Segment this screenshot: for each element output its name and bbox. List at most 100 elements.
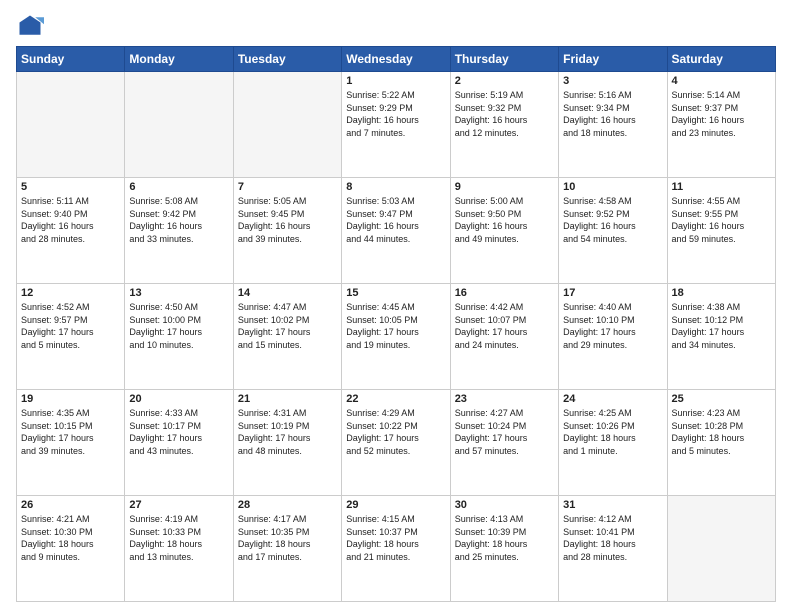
day-number: 8 <box>346 181 445 193</box>
calendar-cell: 16Sunrise: 4:42 AM Sunset: 10:07 PM Dayl… <box>450 284 558 390</box>
day-number: 17 <box>563 287 662 299</box>
day-info: Sunrise: 4:35 AM Sunset: 10:15 PM Daylig… <box>21 407 120 457</box>
weekday-header-row: SundayMondayTuesdayWednesdayThursdayFrid… <box>17 47 776 72</box>
calendar-cell <box>17 72 125 178</box>
calendar-cell: 24 Sunrise: 4:25 AM Sunset: 10:26 PM Dayl… <box>559 390 667 496</box>
day-info: Sunrise: 4:25 AM Sunset: 10:26 PM Daylig… <box>563 407 662 457</box>
day-number: 12 <box>21 287 120 299</box>
calendar-cell: 12 Sunrise: 4:52 AM Sunset: 9:57 PM Dayli… <box>17 284 125 390</box>
day-number: 19 <box>21 393 120 405</box>
day-info: Sunrise: 5:00 AM Sunset: 9:50 PM Dayligh… <box>455 195 554 245</box>
calendar-cell: 23 Sunrise: 4:27 AM Sunset: 10:24 PM Dayl… <box>450 390 558 496</box>
weekday-header-monday: Monday <box>125 47 233 72</box>
day-number: 24 <box>563 393 662 405</box>
calendar-cell: 14 Sunrise: 4:47 AM Sunset: 10:02 PM Dayl… <box>233 284 341 390</box>
day-number: 3 <box>563 75 662 87</box>
calendar-table: SundayMondayTuesdayWednesdayThursdayFrid… <box>16 46 776 602</box>
day-info: Sunrise: 5:19 AM Sunset: 9:32 PM Dayligh… <box>455 89 554 139</box>
weekday-header-thursday: Thursday <box>450 47 558 72</box>
calendar-cell: 19 Sunrise: 4:35 AM Sunset: 10:15 PM Dayl… <box>17 390 125 496</box>
day-number: 13 <box>129 287 228 299</box>
weekday-header-friday: Friday <box>559 47 667 72</box>
day-number: 7 <box>238 181 337 193</box>
day-number: 28 <box>238 499 337 511</box>
day-number: 6 <box>129 181 228 193</box>
day-number: 2 <box>455 75 554 87</box>
calendar-cell: 18 Sunrise: 4:38 AM Sunset: 10:12 PM Dayl… <box>667 284 775 390</box>
day-info: Sunrise: 5:05 AM Sunset: 9:45 PM Dayligh… <box>238 195 337 245</box>
week-row-2: 12 Sunrise: 4:52 AM Sunset: 9:57 PM Dayli… <box>17 284 776 390</box>
day-number: 5 <box>21 181 120 193</box>
day-info: Sunrise: 4:50 AM Sunset: 10:00 PM Daylig… <box>129 301 228 351</box>
day-info: Sunrise: 4:38 AM Sunset: 10:12 PM Daylig… <box>672 301 771 351</box>
logo-icon <box>16 12 44 40</box>
calendar-cell: 7 Sunrise: 5:05 AM Sunset: 9:45 PM Daylig… <box>233 178 341 284</box>
day-info: Sunrise: 4:27 AM Sunset: 10:24 PM Daylig… <box>455 407 554 457</box>
calendar-cell: 25 Sunrise: 4:23 AM Sunset: 10:28 PM Dayl… <box>667 390 775 496</box>
day-info: Sunrise: 5:11 AM Sunset: 9:40 PM Dayligh… <box>21 195 120 245</box>
weekday-header-saturday: Saturday <box>667 47 775 72</box>
calendar-cell: 4 Sunrise: 5:14 AM Sunset: 9:37 PM Daylig… <box>667 72 775 178</box>
day-info: Sunrise: 4:42 AM Sunset: 10:07 PM Daylig… <box>455 301 554 351</box>
day-info: Sunrise: 4:21 AM Sunset: 10:30 PM Daylig… <box>21 513 120 563</box>
week-row-3: 19 Sunrise: 4:35 AM Sunset: 10:15 PM Dayl… <box>17 390 776 496</box>
day-info: Sunrise: 4:40 AM Sunset: 10:10 PM Daylig… <box>563 301 662 351</box>
header <box>16 12 776 40</box>
day-number: 25 <box>672 393 771 405</box>
day-info: Sunrise: 4:12 AM Sunset: 10:41 PM Daylig… <box>563 513 662 563</box>
day-number: 22 <box>346 393 445 405</box>
day-info: Sunrise: 4:55 AM Sunset: 9:55 PM Dayligh… <box>672 195 771 245</box>
day-number: 23 <box>455 393 554 405</box>
day-info: Sunrise: 5:14 AM Sunset: 9:37 PM Dayligh… <box>672 89 771 139</box>
calendar-cell: 30 Sunrise: 4:13 AM Sunset: 10:39 PM Dayl… <box>450 496 558 602</box>
day-number: 29 <box>346 499 445 511</box>
calendar-cell: 21 Sunrise: 4:31 AM Sunset: 10:19 PM Dayl… <box>233 390 341 496</box>
calendar-cell: 28 Sunrise: 4:17 AM Sunset: 10:35 PM Dayl… <box>233 496 341 602</box>
calendar-cell: 2 Sunrise: 5:19 AM Sunset: 9:32 PM Daylig… <box>450 72 558 178</box>
day-info: Sunrise: 4:33 AM Sunset: 10:17 PM Daylig… <box>129 407 228 457</box>
calendar-cell: 20Sunrise: 4:33 AM Sunset: 10:17 PM Dayl… <box>125 390 233 496</box>
day-number: 14 <box>238 287 337 299</box>
day-info: Sunrise: 4:45 AM Sunset: 10:05 PM Daylig… <box>346 301 445 351</box>
day-info: Sunrise: 5:03 AM Sunset: 9:47 PM Dayligh… <box>346 195 445 245</box>
calendar-cell <box>233 72 341 178</box>
calendar-cell: 27Sunrise: 4:19 AM Sunset: 10:33 PM Dayl… <box>125 496 233 602</box>
calendar-cell: 9Sunrise: 5:00 AM Sunset: 9:50 PM Daylig… <box>450 178 558 284</box>
day-number: 31 <box>563 499 662 511</box>
calendar-cell: 8 Sunrise: 5:03 AM Sunset: 9:47 PM Daylig… <box>342 178 450 284</box>
week-row-0: 1Sunrise: 5:22 AM Sunset: 9:29 PM Daylig… <box>17 72 776 178</box>
day-info: Sunrise: 5:08 AM Sunset: 9:42 PM Dayligh… <box>129 195 228 245</box>
calendar-cell: 1Sunrise: 5:22 AM Sunset: 9:29 PM Daylig… <box>342 72 450 178</box>
day-info: Sunrise: 4:13 AM Sunset: 10:39 PM Daylig… <box>455 513 554 563</box>
day-info: Sunrise: 4:15 AM Sunset: 10:37 PM Daylig… <box>346 513 445 563</box>
calendar-cell: 17 Sunrise: 4:40 AM Sunset: 10:10 PM Dayl… <box>559 284 667 390</box>
calendar-cell: 31 Sunrise: 4:12 AM Sunset: 10:41 PM Dayl… <box>559 496 667 602</box>
weekday-header-wednesday: Wednesday <box>342 47 450 72</box>
calendar-cell: 22 Sunrise: 4:29 AM Sunset: 10:22 PM Dayl… <box>342 390 450 496</box>
logo <box>16 12 48 40</box>
day-info: Sunrise: 5:16 AM Sunset: 9:34 PM Dayligh… <box>563 89 662 139</box>
week-row-1: 5 Sunrise: 5:11 AM Sunset: 9:40 PM Daylig… <box>17 178 776 284</box>
calendar-cell: 26 Sunrise: 4:21 AM Sunset: 10:30 PM Dayl… <box>17 496 125 602</box>
weekday-header-tuesday: Tuesday <box>233 47 341 72</box>
day-info: Sunrise: 4:47 AM Sunset: 10:02 PM Daylig… <box>238 301 337 351</box>
calendar-cell: 3 Sunrise: 5:16 AM Sunset: 9:34 PM Daylig… <box>559 72 667 178</box>
day-number: 30 <box>455 499 554 511</box>
day-info: Sunrise: 4:29 AM Sunset: 10:22 PM Daylig… <box>346 407 445 457</box>
day-number: 10 <box>563 181 662 193</box>
day-number: 15 <box>346 287 445 299</box>
day-info: Sunrise: 4:17 AM Sunset: 10:35 PM Daylig… <box>238 513 337 563</box>
calendar-cell <box>125 72 233 178</box>
day-number: 4 <box>672 75 771 87</box>
day-info: Sunrise: 4:19 AM Sunset: 10:33 PM Daylig… <box>129 513 228 563</box>
calendar-cell: 15 Sunrise: 4:45 AM Sunset: 10:05 PM Dayl… <box>342 284 450 390</box>
day-info: Sunrise: 4:52 AM Sunset: 9:57 PM Dayligh… <box>21 301 120 351</box>
day-number: 18 <box>672 287 771 299</box>
day-number: 11 <box>672 181 771 193</box>
day-info: Sunrise: 4:23 AM Sunset: 10:28 PM Daylig… <box>672 407 771 457</box>
calendar-cell: 29 Sunrise: 4:15 AM Sunset: 10:37 PM Dayl… <box>342 496 450 602</box>
day-info: Sunrise: 4:31 AM Sunset: 10:19 PM Daylig… <box>238 407 337 457</box>
day-number: 26 <box>21 499 120 511</box>
calendar-cell: 5 Sunrise: 5:11 AM Sunset: 9:40 PM Daylig… <box>17 178 125 284</box>
day-number: 21 <box>238 393 337 405</box>
